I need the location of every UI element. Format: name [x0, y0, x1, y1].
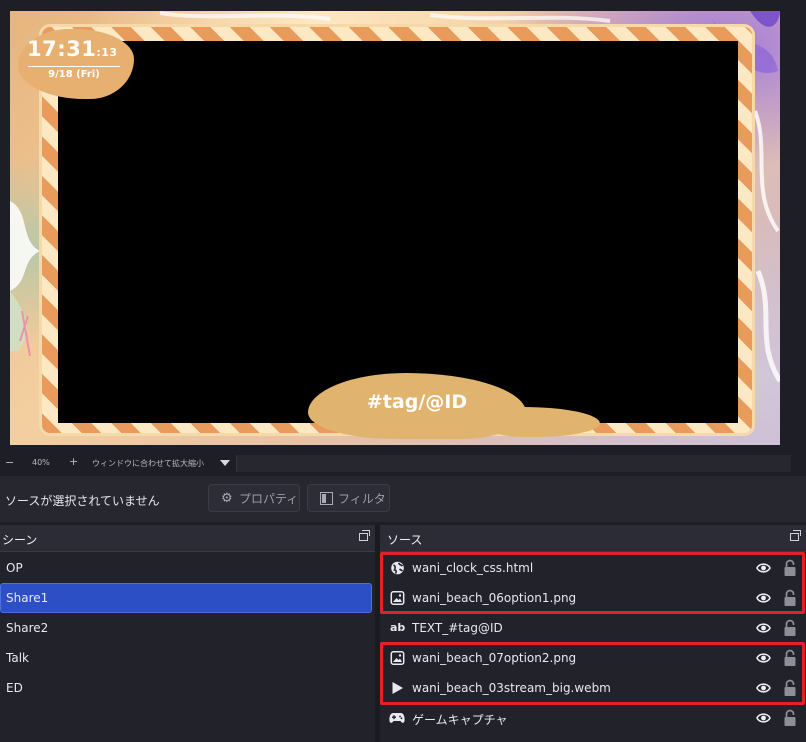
eye-icon[interactable] — [756, 562, 771, 574]
black-screen-area — [58, 41, 738, 423]
source-item[interactable]: wani_beach_06option1.png — [380, 583, 806, 613]
source-label: TEXT_#tag@ID — [412, 621, 503, 635]
eye-icon[interactable] — [756, 682, 771, 694]
scene-item-op[interactable]: OP — [0, 553, 372, 583]
scene-item-share1[interactable]: Share1 — [0, 583, 372, 613]
lock-icon[interactable] — [783, 589, 797, 607]
preview-area: 17:31:13 9/18 (Fri) #tag/@ID — [0, 0, 806, 455]
eye-icon[interactable] — [756, 622, 771, 634]
gamepad-icon — [389, 713, 405, 723]
scenes-panel: シーン OP Share1 Share2 Talk ED — [0, 525, 375, 742]
gear-icon: ⚙ — [221, 491, 233, 506]
lock-icon[interactable] — [783, 619, 797, 637]
scenes-title: シーン — [2, 533, 38, 547]
eye-icon[interactable] — [756, 712, 771, 724]
lock-icon[interactable] — [783, 559, 797, 577]
source-label: wani_clock_css.html — [412, 561, 534, 575]
lock-icon[interactable] — [783, 709, 797, 727]
eye-icon[interactable] — [756, 652, 771, 664]
source-label: wani_beach_07option2.png — [412, 651, 577, 665]
play-icon — [392, 682, 403, 694]
text-icon: ab — [390, 621, 406, 634]
source-item[interactable]: ab TEXT_#tag@ID — [380, 613, 806, 643]
undock-icon[interactable] — [359, 530, 370, 541]
source-label: ゲームキャプチャ — [412, 713, 508, 727]
zoom-bar: − 40% + ウィンドウに合わせて拡大縮小 — [0, 455, 806, 473]
eye-icon[interactable] — [756, 592, 771, 604]
clock-seconds: :13 — [96, 46, 118, 59]
source-label: wani_beach_06option1.png — [412, 591, 577, 605]
scene-item-share2[interactable]: Share2 — [0, 613, 372, 643]
scenes-header: シーン — [0, 525, 375, 552]
clock-date: 9/18 (Fri) — [48, 69, 100, 80]
scene-item-ed[interactable]: ED — [0, 673, 372, 703]
source-item[interactable]: wani_beach_03stream_big.webm — [380, 673, 806, 703]
filters-button[interactable]: フィルタ — [307, 484, 390, 512]
zoom-in-button[interactable]: + — [69, 455, 78, 468]
filters-label: フィルタ — [338, 492, 386, 506]
source-toolbar: ソースが選択されていません ⚙ プロパティ フィルタ — [0, 476, 806, 522]
image-icon — [390, 591, 405, 605]
zoom-bar-track — [236, 455, 791, 472]
clock-time: 17:31:13 — [27, 37, 118, 61]
undock-icon[interactable] — [790, 530, 801, 541]
fit-to-window-label: ウィンドウに合わせて拡大縮小 — [92, 459, 204, 468]
properties-button[interactable]: ⚙ プロパティ — [208, 484, 300, 512]
scene-item-talk[interactable]: Talk — [0, 643, 372, 673]
tag-text: #tag/@ID — [366, 391, 468, 413]
properties-label: プロパティ — [239, 492, 299, 506]
zoom-out-button[interactable]: − — [5, 456, 14, 469]
source-item[interactable]: wani_clock_css.html — [380, 553, 806, 583]
chevron-down-icon[interactable] — [220, 460, 230, 466]
lock-icon[interactable] — [783, 679, 797, 697]
sources-title: ソース — [387, 533, 423, 547]
globe-icon — [391, 561, 404, 575]
sources-panel: ソース wani_clock_css.html wani_beach_06opt… — [380, 525, 806, 742]
clock-divider — [28, 66, 120, 67]
source-item[interactable]: ゲームキャプチャ — [380, 703, 806, 733]
lock-icon[interactable] — [783, 649, 797, 667]
source-item[interactable]: wani_beach_07option2.png — [380, 643, 806, 673]
image-icon — [390, 651, 405, 665]
filter-icon — [320, 485, 333, 516]
program-preview[interactable]: 17:31:13 9/18 (Fri) #tag/@ID — [10, 11, 780, 445]
sources-header: ソース — [380, 525, 806, 552]
source-label: wani_beach_03stream_big.webm — [412, 681, 611, 695]
zoom-level: 40% — [32, 458, 50, 467]
no-source-selected-label: ソースが選択されていません — [5, 494, 160, 508]
